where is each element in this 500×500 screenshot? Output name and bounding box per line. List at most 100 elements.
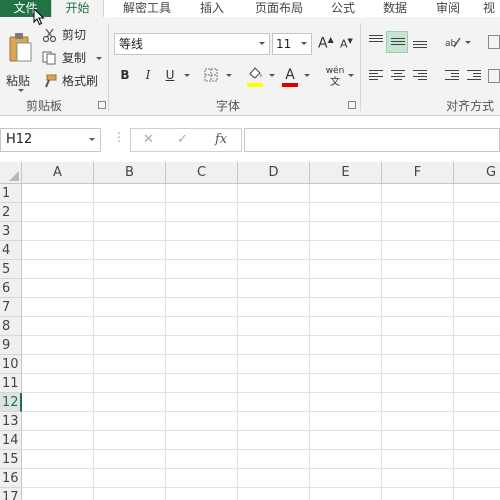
row-header-13[interactable]: 13 (0, 412, 22, 431)
italic-button[interactable]: I (141, 65, 155, 85)
fill-color-dropdown-arrow[interactable] (269, 74, 275, 77)
row-header-14[interactable]: 14 (0, 431, 22, 450)
group-divider (108, 23, 109, 111)
mouse-cursor-icon (33, 8, 45, 26)
row-header-3[interactable]: 3 (0, 222, 22, 241)
increase-font-label: A (318, 35, 328, 52)
align-middle-icon (390, 35, 406, 49)
font-size-value: 11 (276, 37, 292, 51)
tab-view[interactable]: 视 (478, 0, 500, 17)
scissors-icon (42, 28, 57, 42)
spreadsheet-grid: A B C D E F G 1 2 3 4 5 6 7 8 9 10 11 12… (0, 162, 500, 500)
tab-insert[interactable]: 插入 (190, 0, 234, 17)
row-header-12[interactable]: 12 (0, 393, 22, 412)
row-header-9[interactable]: 9 (0, 336, 22, 355)
row-header-16[interactable]: 16 (0, 469, 22, 488)
align-center-icon[interactable] (390, 69, 406, 83)
font-name-value: 等线 (119, 37, 144, 51)
tab-formulas[interactable]: 公式 (322, 0, 364, 17)
font-color-dropdown-arrow[interactable] (304, 74, 310, 77)
cell-area[interactable] (22, 184, 500, 500)
clipboard-group-label: 剪贴板 (26, 99, 63, 113)
clipboard-dialog-launcher[interactable] (98, 101, 106, 109)
font-color-swatch (282, 83, 298, 87)
row-header-10[interactable]: 10 (0, 355, 22, 374)
column-header-e[interactable]: E (310, 162, 382, 184)
merge-cells-icon[interactable] (488, 69, 500, 83)
svg-text:ab: ab (445, 39, 457, 49)
text-orientation-icon[interactable]: ab (444, 35, 462, 49)
cancel-entry-button[interactable]: ✕ (143, 132, 154, 147)
increase-font-size-button[interactable]: A▲ (318, 35, 334, 52)
underline-button[interactable]: U (162, 65, 178, 85)
insert-function-button[interactable]: fx (215, 132, 227, 147)
align-right-icon[interactable] (412, 69, 428, 83)
tab-decrypt-tools[interactable]: 解密工具 (110, 0, 184, 17)
phonetic-label: wén (325, 66, 345, 76)
column-header-g[interactable]: G (454, 162, 500, 184)
border-dropdown-arrow[interactable] (226, 74, 232, 77)
phonetic-guide-button[interactable]: wén 文 (324, 65, 346, 88)
ribbon-tab-bar: 文件 开始 解密工具 插入 页面布局 公式 数据 审阅 视 (0, 0, 500, 17)
font-color-button[interactable]: A (282, 65, 298, 85)
paste-label: 粘贴 (6, 74, 31, 88)
cut-label: 剪切 (62, 28, 87, 42)
tab-home[interactable]: 开始 (51, 0, 104, 17)
formula-buttons: ✕ ✓ fx (130, 128, 242, 152)
copy-dropdown-arrow[interactable] (96, 57, 102, 60)
border-icon[interactable] (204, 68, 218, 82)
paste-button[interactable]: 粘贴 (4, 27, 34, 92)
row-header-1[interactable]: 1 (0, 184, 22, 203)
formula-input[interactable] (244, 128, 500, 152)
fill-color-icon[interactable] (246, 65, 264, 81)
chevron-down-icon (301, 42, 307, 45)
row-header-11[interactable]: 11 (0, 374, 22, 393)
copy-icon (42, 51, 56, 65)
phonetic-dropdown-arrow[interactable] (348, 74, 354, 77)
row-header-15[interactable]: 15 (0, 450, 22, 469)
tab-review[interactable]: 审阅 (426, 0, 470, 17)
row-header-2[interactable]: 2 (0, 203, 22, 222)
decrease-indent-icon[interactable] (444, 69, 460, 83)
bold-button[interactable]: B (117, 65, 133, 85)
underline-dropdown-arrow[interactable] (184, 74, 190, 77)
column-header-f[interactable]: F (382, 162, 454, 184)
row-header-6[interactable]: 6 (0, 279, 22, 298)
copy-label: 复制 (62, 51, 87, 65)
column-header-b[interactable]: B (94, 162, 166, 184)
column-header-d[interactable]: D (238, 162, 310, 184)
row-header-5[interactable]: 5 (0, 260, 22, 279)
paste-icon (9, 33, 32, 62)
column-header-c[interactable]: C (166, 162, 238, 184)
format-painter-label: 格式刷 (62, 74, 99, 88)
wrap-text-icon[interactable] (488, 35, 500, 49)
font-dialog-launcher[interactable] (348, 101, 356, 109)
tab-data[interactable]: 数据 (374, 0, 416, 17)
font-size-select[interactable]: 11 (272, 33, 312, 55)
text-orientation-dropdown-arrow[interactable] (465, 41, 471, 44)
decrease-font-size-button[interactable]: A▼ (340, 37, 353, 51)
chevron-down-icon (89, 138, 95, 141)
chevron-down-icon (259, 42, 265, 45)
paste-dropdown-arrow[interactable] (18, 89, 24, 92)
row-header-17[interactable]: 17 (0, 488, 22, 500)
align-top-icon[interactable] (368, 34, 384, 48)
increase-indent-icon[interactable] (466, 69, 482, 83)
formula-bar: H12 ⋮ ✕ ✓ fx (0, 116, 500, 162)
formula-bar-resize-handle[interactable]: ⋮ (113, 130, 125, 144)
group-divider (360, 23, 361, 111)
row-header-4[interactable]: 4 (0, 241, 22, 260)
align-bottom-icon[interactable] (412, 35, 428, 49)
decrease-font-label: A (340, 37, 348, 51)
tab-page-layout[interactable]: 页面布局 (244, 0, 314, 17)
align-left-icon[interactable] (368, 69, 384, 83)
font-name-select[interactable]: 等线 (114, 33, 270, 55)
confirm-entry-button[interactable]: ✓ (177, 132, 188, 147)
ribbon-home: 粘贴 剪切 复制 格式刷 剪贴板 等线 11 A▲ A▼ B I U A wén… (0, 17, 500, 116)
column-header-a[interactable]: A (22, 162, 94, 184)
alignment-group-label: 对齐方式 (446, 99, 495, 113)
row-header-7[interactable]: 7 (0, 298, 22, 317)
row-header-8[interactable]: 8 (0, 317, 22, 336)
name-box[interactable]: H12 (0, 128, 101, 152)
select-all-button[interactable] (0, 162, 22, 184)
